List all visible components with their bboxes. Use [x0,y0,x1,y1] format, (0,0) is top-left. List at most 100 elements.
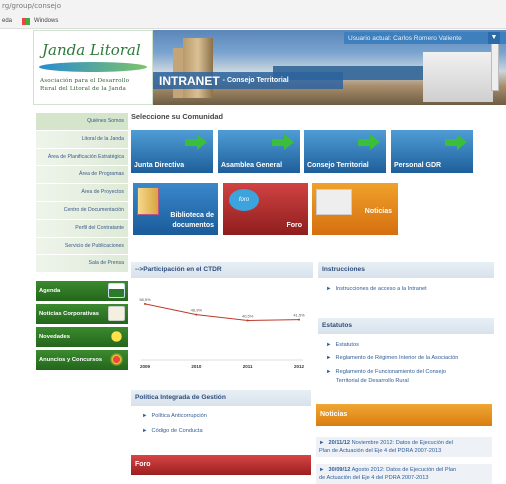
nav-novedades[interactable]: Novedades [36,327,128,347]
nav-noticias-corporativas[interactable]: Noticias Corporativas [36,304,128,324]
estatutos-header: Estatutos [318,318,494,334]
data-point [246,319,249,322]
link-codigo-text: Código de Conducta [151,428,203,434]
news-item[interactable]: ► 30/09/12 Agosto 2012: Datos de Ejecució… [316,464,492,484]
noticias-header: Noticias [316,404,492,426]
newspaper-icon [108,306,125,321]
books-icon [137,187,159,215]
logo-subtitle-2: Rural del Litoral de la Janda [40,86,127,92]
address-bar[interactable]: rg/group/consejo [2,2,61,10]
nav-noticias-label: Noticias Corporativas [39,311,99,317]
intranet-label: INTRANET [159,73,220,88]
nav-item-programas[interactable]: Área de Programas [36,166,128,185]
tile-biblioteca[interactable]: Biblioteca de documentos [133,183,218,235]
nav-item-proyectos[interactable]: Área de Proyectos [36,184,128,202]
link-instrucciones[interactable]: ► Instrucciones de acceso a la Intranet [326,286,427,292]
site-header: Janda Litoral Asociación para el Desarro… [33,30,506,105]
link-reglamento-funcionamiento[interactable]: ► Reglamento de Funcionamiento del Consej… [326,369,446,375]
bullet-icon: ► [319,467,325,473]
bullet-icon: ► [326,286,332,292]
link-reglamento-regimen-text: Reglamento de Régimen Interior de la Aso… [335,355,459,361]
lightbulb-icon [108,329,125,344]
favorite-windows[interactable]: Windows [34,18,58,24]
news-text: Noviembre 2012: Datos de Ejecución del [351,440,453,446]
tile-asamblea-general[interactable]: Asamblea General [218,130,300,173]
series-line [144,303,300,322]
tile-noticias[interactable]: Noticias [312,183,398,235]
link-politica-anticorrupcion[interactable]: ► Política Anticorrupción [142,413,207,419]
link-estatutos[interactable]: ► Estatutos [326,342,359,348]
data-point [298,318,300,321]
nav-item-publicaciones[interactable]: Servicio de Publicaciones [36,237,128,256]
x-tick-label: 2010 [191,364,202,369]
data-point [144,302,146,305]
nav-item-litoral[interactable]: Litoral de la Janda [36,130,128,149]
header-banner: INTRANET - Consejo Territorial Usuario a… [153,30,506,105]
news-item[interactable]: ► 20/11/12 Noviembre 2012: Datos de Ejecu… [316,437,492,457]
bullet-icon: ► [326,369,332,375]
instrucciones-header: Instrucciones [318,262,494,278]
tile-biblioteca-label-1: Biblioteca de [170,212,214,219]
page-title: Seleccione su Comunidad [131,112,223,121]
tile-foro[interactable]: foro Foro [223,183,308,235]
x-tick-label: 2009 [140,364,151,369]
tile-label: Asamblea General [221,162,283,169]
participation-chart: 58,5% 2009 46,9% 2010 40,5% 2011 41,5% 2012 [139,297,305,369]
newspaper-icon [316,189,352,215]
link-reglamento-regimen[interactable]: ► Reglamento de Régimen Interior de la As… [326,355,458,361]
favorites-label: eda [2,18,13,24]
tile-consejo-territorial[interactable]: Consejo Territorial [304,130,386,173]
nav-anuncios[interactable]: Anuncios y Concursos [36,350,128,370]
arrow-icon [272,133,294,151]
news-text-2: de Actuación del Eje 4 del PDRA 2007-201… [319,475,429,481]
left-navigation: Quiénes Somos Litoral de la Janda Área d… [36,113,128,274]
foro-header: Foro [131,455,311,475]
tile-noticias-label: Noticias [364,208,392,215]
burst-icon [108,352,125,367]
logo-subtitle: Asociación para el Desarrollo [40,78,130,84]
bullet-icon: ► [326,342,332,348]
nav-agenda[interactable]: Agenda [36,281,128,301]
nav-item-documentacion[interactable]: Centro de Documentación [36,201,128,220]
user-menu-button[interactable]: ▼ [488,32,500,44]
tile-label: Personal GDR [394,162,442,169]
news-date: 30/09/12 [328,467,351,473]
windows-icon [22,17,31,25]
favorites-bar: eda Windows [0,14,506,28]
nav-item-prensa[interactable]: Sala de Prensa [36,255,128,274]
arrow-icon [358,133,380,151]
data-label: 58,5% [139,297,151,302]
link-reglamento-funcionamiento-text: Reglamento de Funcionamiento del Consejo [335,369,446,375]
browser-bar: rg/group/consejo eda Windows [0,0,506,29]
intranet-title: INTRANET - Consejo Territorial [153,72,343,89]
tile-junta-directiva[interactable]: Junta Directiva [131,130,213,173]
house-photo [423,52,493,102]
link-codigo-conducta[interactable]: ► Código de Conducta [142,428,203,434]
logo-title: Janda Litoral [42,41,141,59]
bullet-icon: ► [142,428,148,434]
news-date: 20/11/12 [328,440,351,446]
tile-personal-gdr[interactable]: Personal GDR [391,130,473,173]
current-user: Usuario actual: Carlos Romero Valiente [344,32,506,44]
x-tick-label: 2011 [243,364,253,369]
tile-foro-label: Foro [286,222,302,229]
tile-label: Consejo Territorial [307,162,369,169]
nav-novedades-label: Novedades [39,334,70,340]
tile-biblioteca-label-2: documentos [172,222,214,229]
lighthouse-photo [491,36,499,91]
nav-item-quienes-somos[interactable]: Quiénes Somos [36,113,128,131]
nav-item-planificacion[interactable]: Área de Planificación Estratégica [36,148,128,167]
bullet-icon: ► [319,440,325,446]
x-tick-label: 2012 [294,364,305,369]
nav-agenda-label: Agenda [39,288,61,294]
bullet-icon: ► [326,355,332,361]
nav-item-contratante[interactable]: Perfil del Contratante [36,219,128,238]
link-instrucciones-text: Instrucciones de acceso a la Intranet [335,286,427,292]
page: { "browser": { "url": "rg/group/consejo"… [0,0,506,484]
data-label: 41,5% [293,313,305,318]
link-reglamento-funcionamiento-cont[interactable]: Territorial de Desarrollo Rural [336,378,409,384]
green-navigation: Agenda Noticias Corporativas Novedades A… [36,281,128,373]
data-point [195,313,198,316]
site-logo[interactable]: Janda Litoral Asociación para el Desarro… [33,30,153,105]
castle-tower-photo [183,38,213,98]
